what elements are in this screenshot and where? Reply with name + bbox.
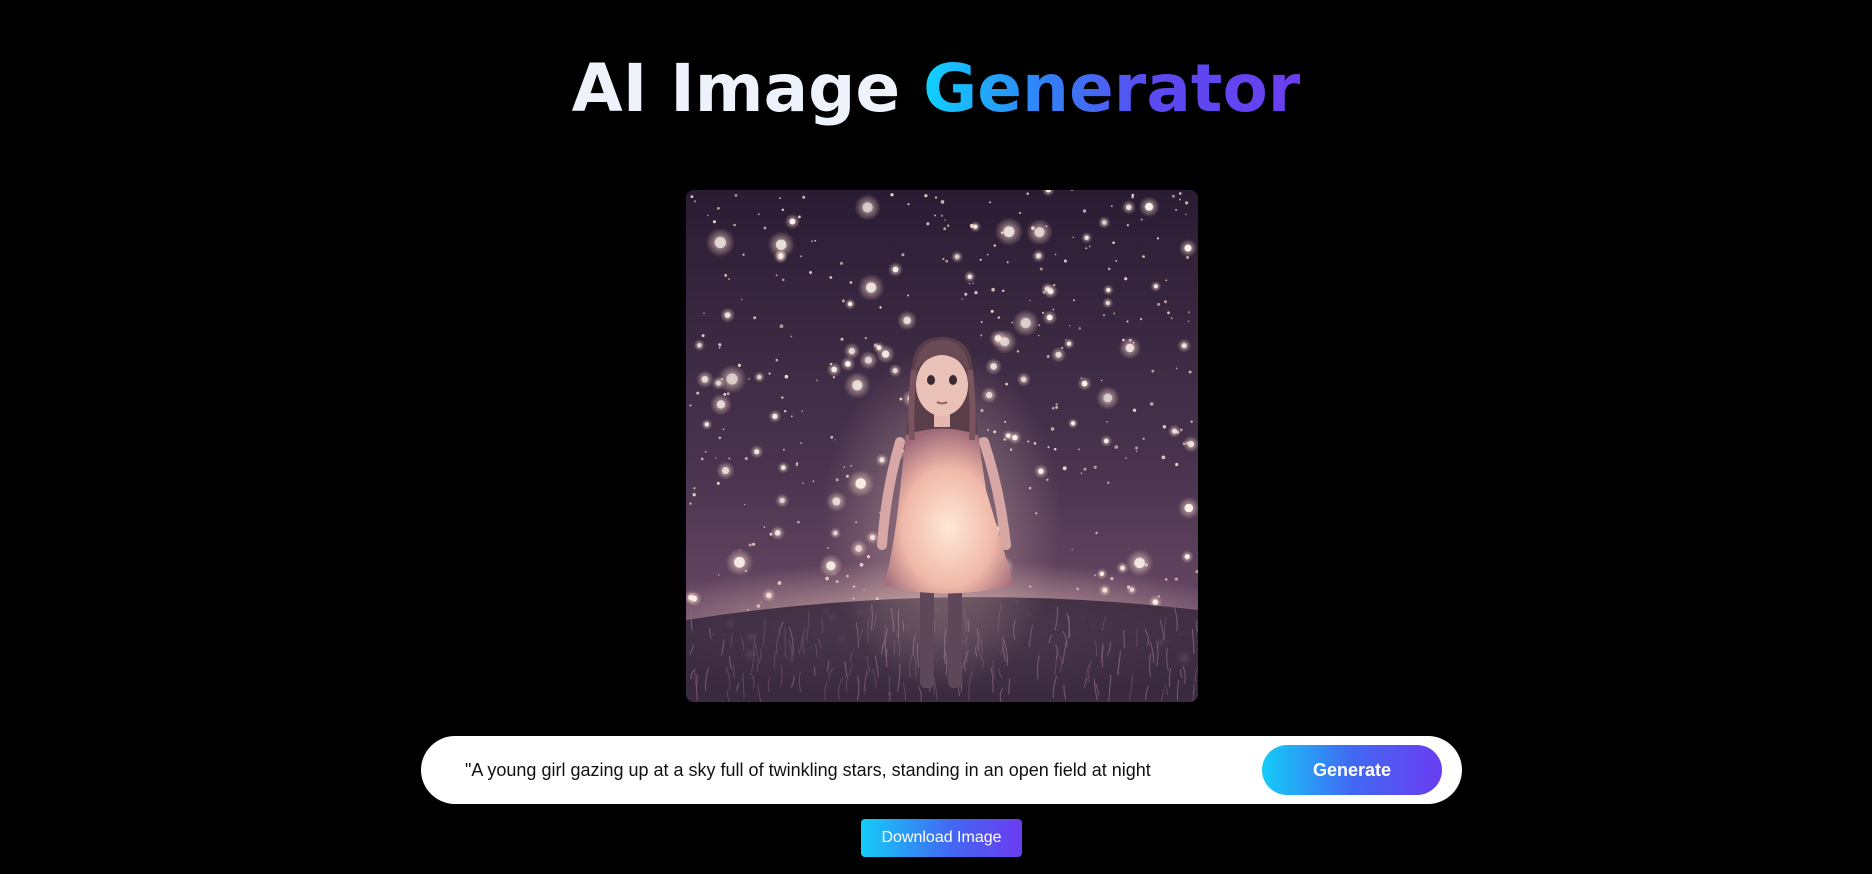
generated-image bbox=[686, 190, 1198, 702]
prompt-bar: Generate bbox=[421, 736, 1462, 804]
page-title: AI Image Generator bbox=[0, 44, 1872, 134]
page-title-main: AI Image bbox=[571, 50, 901, 127]
page-title-accent: Generator bbox=[923, 50, 1301, 127]
prompt-input[interactable] bbox=[455, 750, 1255, 790]
generated-image-canvas bbox=[686, 190, 1198, 702]
page: AI Image Generator "A young girl gazing … bbox=[0, 0, 1872, 874]
download-image-button[interactable]: Download Image bbox=[861, 819, 1022, 857]
generate-button[interactable]: Generate bbox=[1262, 745, 1442, 795]
